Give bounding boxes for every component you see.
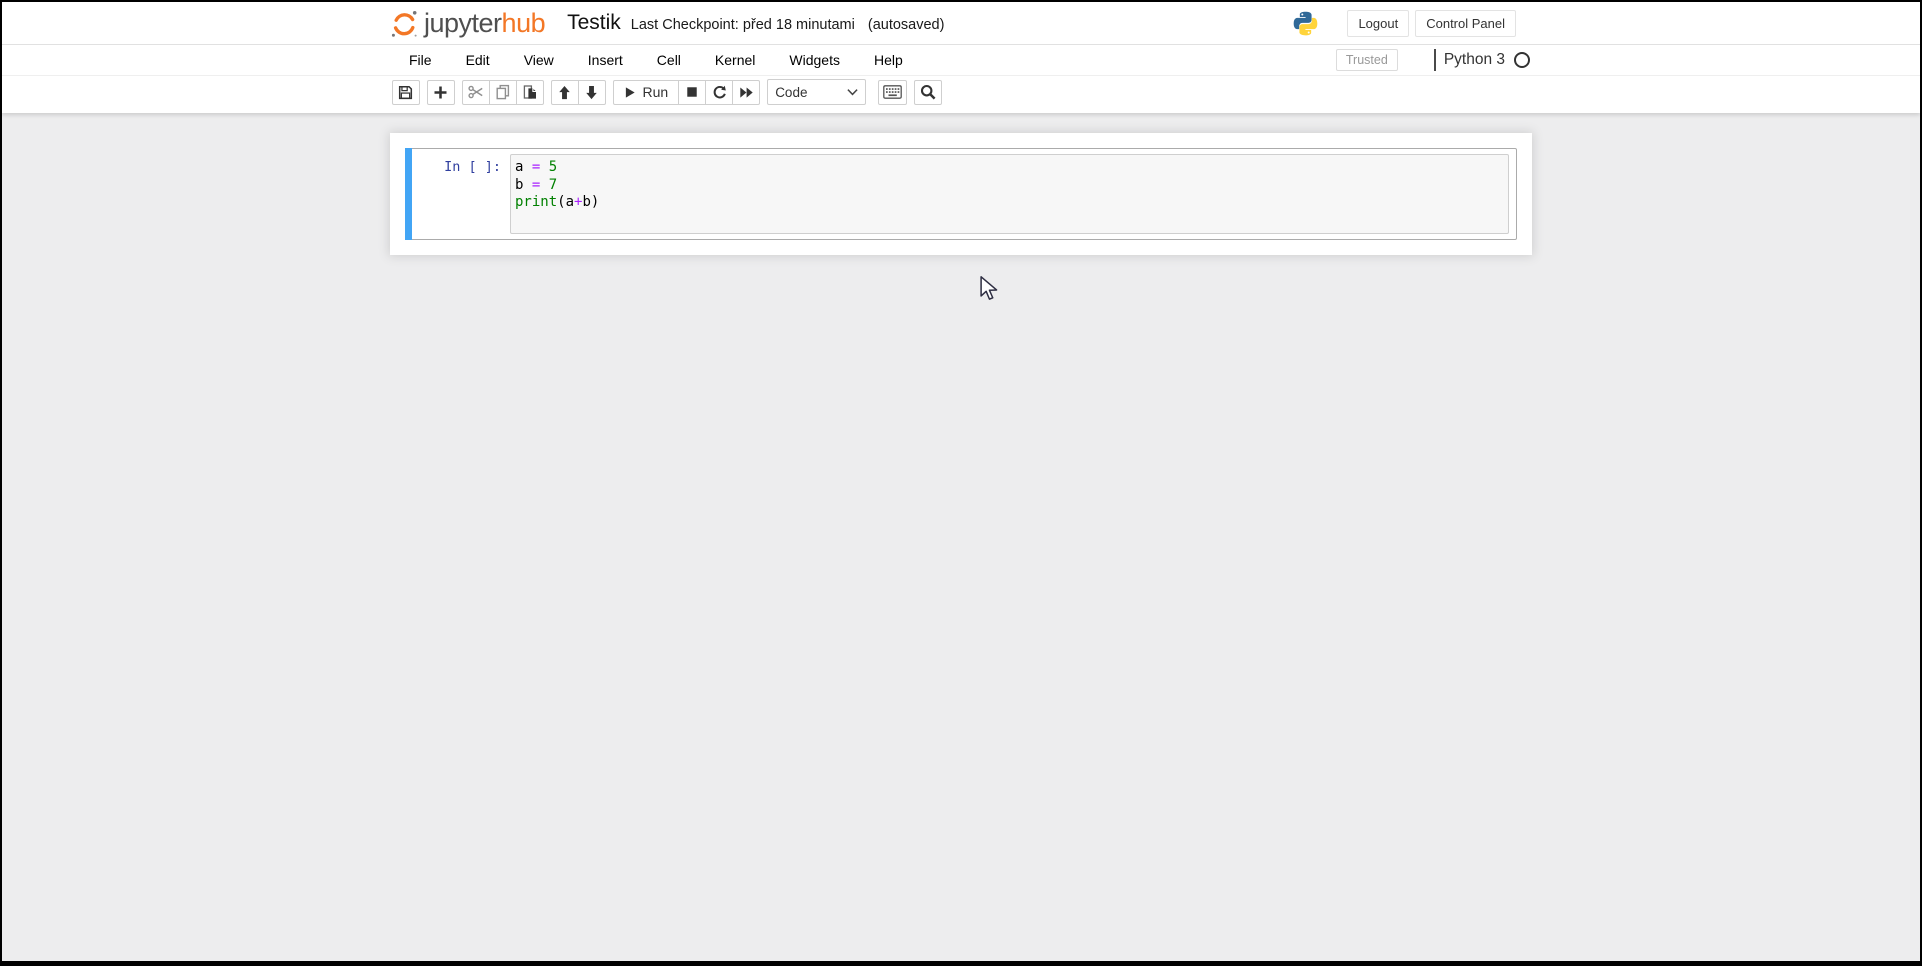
logout-button[interactable]: Logout [1347,10,1409,37]
menubar: File Edit View Insert Cell Kernel Widget… [2,44,1920,76]
menu-view[interactable]: View [507,46,571,74]
brand-text: jupyterhub [424,10,545,37]
notebook-area: In [ ]: a = 5b = 7print(a+b) [2,113,1920,255]
command-palette-button[interactable] [878,80,907,105]
menu-kernel[interactable]: Kernel [698,46,772,74]
scissors-icon [468,84,484,100]
restart-icon [712,85,727,100]
menu-insert[interactable]: Insert [571,46,640,74]
brand-hub: hub [502,8,546,38]
brand-jupyter: jupyter [424,8,502,38]
menu-widgets[interactable]: Widgets [772,46,857,74]
header-right: Logout Control Panel [1292,10,1516,37]
menu-help[interactable]: Help [857,46,920,74]
cell-code: a = 5b = 7print(a+b) [515,159,1504,229]
stop-icon [685,85,699,99]
restart-kernel-button[interactable] [705,80,733,105]
run-button[interactable]: Run [613,80,680,105]
run-label: Run [643,84,669,100]
keyboard-icon [883,85,902,99]
notebook-title[interactable]: Testik [567,11,621,35]
trusted-button[interactable]: Trusted [1336,49,1398,71]
title-group: Testik Last Checkpoint: před 18 minutami… [567,11,944,35]
search-icon [920,84,936,100]
paste-icon [522,84,538,100]
search-button[interactable] [914,80,942,105]
notebook-header-block: jupyterhub Testik Last Checkpoint: před … [2,2,1920,113]
move-cell-down-button[interactable] [578,80,606,105]
play-icon [624,86,636,99]
menu-file[interactable]: File [392,46,449,74]
cell-editor[interactable]: a = 5b = 7print(a+b) [510,154,1509,234]
cell-input-prompt: In [ ]: [411,154,510,234]
chevron-down-icon [847,88,858,96]
header: jupyterhub Testik Last Checkpoint: před … [2,2,1920,44]
arrow-down-icon [584,85,599,100]
menu-edit[interactable]: Edit [449,46,507,74]
paste-cells-button[interactable] [516,80,544,105]
floppy-icon [398,85,413,100]
copy-icon [495,84,511,100]
kernel-idle-icon [1514,52,1530,68]
menu-cell[interactable]: Cell [640,46,698,74]
add-cell-button[interactable] [427,80,455,105]
save-button[interactable] [392,80,420,105]
kernel-status-area: Trusted Python 3 [1336,49,1530,71]
menu-list: File Edit View Insert Cell Kernel Widget… [390,46,920,74]
python-logo-icon [1292,10,1319,37]
copy-cells-button[interactable] [489,80,517,105]
cut-cells-button[interactable] [462,80,490,105]
fast-forward-icon [739,85,754,100]
restart-run-all-button[interactable] [732,80,760,105]
autosave-status: (autosaved) [868,17,945,33]
browser-viewport: jupyterhub Testik Last Checkpoint: před … [2,2,1920,961]
toolbar: Run [2,76,1920,113]
kernel-name: Python 3 [1444,51,1505,69]
cell-type-select[interactable]: Code [767,79,866,105]
control-panel-button[interactable]: Control Panel [1415,10,1516,37]
mouse-cursor [979,276,1001,302]
notebook-container: In [ ]: a = 5b = 7print(a+b) [390,133,1532,255]
interrupt-kernel-button[interactable] [678,80,706,105]
checkpoint-status: Last Checkpoint: před 18 minutami [631,17,855,33]
jupyterhub-logo-icon [390,8,418,39]
arrow-up-icon [557,85,572,100]
jupyterhub-logo[interactable]: jupyterhub [390,8,545,39]
code-cell[interactable]: In [ ]: a = 5b = 7print(a+b) [405,148,1517,240]
plus-icon [433,85,448,100]
cell-type-value: Code [775,85,807,100]
kernel-divider [1434,49,1436,71]
move-cell-up-button[interactable] [551,80,579,105]
